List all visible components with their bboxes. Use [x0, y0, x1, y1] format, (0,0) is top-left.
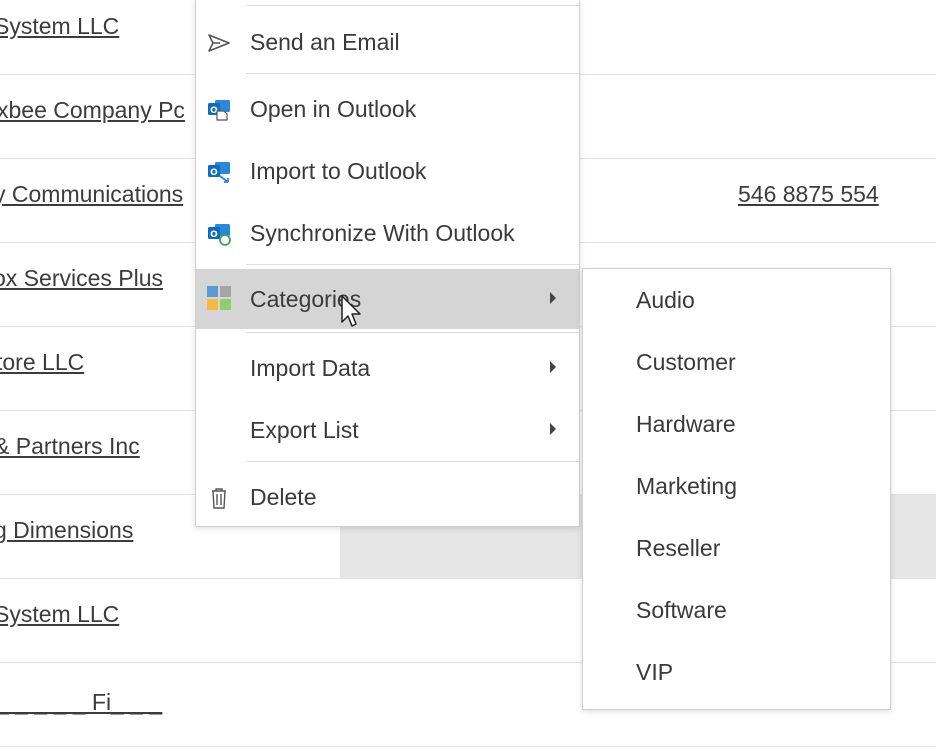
category-label: Software — [636, 597, 727, 623]
send-icon — [206, 30, 232, 56]
categories-submenu: Audio Customer Hardware Marketing Resell… — [582, 268, 891, 710]
outlook-sync-icon: O — [206, 221, 232, 247]
menu-separator — [246, 332, 579, 333]
submenu-arrow-icon — [550, 292, 556, 304]
category-label: VIP — [636, 659, 674, 685]
category-item[interactable]: Software — [583, 582, 890, 636]
menu-item-open-in-outlook[interactable]: O Open in Outlook — [196, 83, 579, 135]
trash-icon — [206, 485, 232, 511]
svg-text:O: O — [210, 230, 218, 240]
menu-item-label: Delete — [250, 484, 317, 510]
category-label: Marketing — [636, 473, 737, 499]
category-item[interactable]: Audio — [583, 272, 890, 326]
menu-item-label: Categories — [250, 286, 362, 312]
category-label: Audio — [636, 287, 695, 313]
menu-item-import-to-outlook[interactable]: O Import to Outlook — [196, 145, 579, 197]
company-link[interactable]: _ _ _ _ _ Fi_ _ _ — [0, 689, 162, 716]
svg-text:O: O — [210, 168, 218, 178]
submenu-arrow-icon — [550, 423, 556, 435]
menu-item-synchronize-outlook[interactable]: O Synchronize With Outlook — [196, 207, 579, 259]
company-link[interactable]: & Partners Inc — [0, 433, 140, 460]
category-item[interactable]: Customer — [583, 334, 890, 388]
company-link[interactable]: xbee Company Pc — [0, 97, 185, 124]
menu-item-categories[interactable]: Categories — [196, 269, 579, 329]
menu-item-export-list[interactable]: Export List — [196, 404, 579, 456]
outlook-import-icon: O — [206, 159, 232, 185]
phone-link[interactable]: 546 8875 554 — [738, 181, 879, 208]
category-item[interactable]: Reseller — [583, 520, 890, 574]
category-item[interactable]: VIP — [583, 644, 890, 698]
company-link[interactable]: tore LLC — [0, 349, 84, 376]
menu-item-label: Export List — [250, 417, 359, 443]
menu-item-label: Open in Outlook — [250, 96, 417, 122]
company-link[interactable]: System LLC — [0, 13, 119, 40]
menu-item-label: Synchronize With Outlook — [250, 220, 515, 246]
company-link[interactable]: y Communications — [0, 181, 183, 208]
outlook-open-icon: O — [206, 97, 232, 123]
menu-separator — [246, 264, 579, 265]
categories-icon — [206, 285, 232, 311]
category-label: Reseller — [636, 535, 721, 561]
menu-item-send-email[interactable]: Send an Email — [196, 16, 579, 68]
submenu-arrow-icon — [550, 361, 556, 373]
category-label: Hardware — [636, 411, 736, 437]
category-item[interactable]: Marketing — [583, 458, 890, 512]
menu-item-label: Send an Email — [250, 29, 400, 55]
company-link[interactable]: System LLC — [0, 601, 119, 628]
company-link[interactable]: ox Services Plus — [0, 265, 163, 292]
context-menu: Send an Email O Open in Outlook O Import… — [195, 0, 580, 527]
menu-item-import-data[interactable]: Import Data — [196, 342, 579, 394]
category-item[interactable]: Hardware — [583, 396, 890, 450]
menu-item-label: Import to Outlook — [250, 158, 427, 184]
menu-item-delete[interactable]: Delete — [196, 471, 579, 523]
menu-separator — [246, 73, 579, 74]
category-label: Customer — [636, 349, 736, 375]
menu-separator — [246, 461, 579, 462]
menu-item-label: Import Data — [250, 355, 371, 381]
company-link[interactable]: g Dimensions — [0, 517, 133, 544]
menu-separator — [246, 5, 579, 6]
